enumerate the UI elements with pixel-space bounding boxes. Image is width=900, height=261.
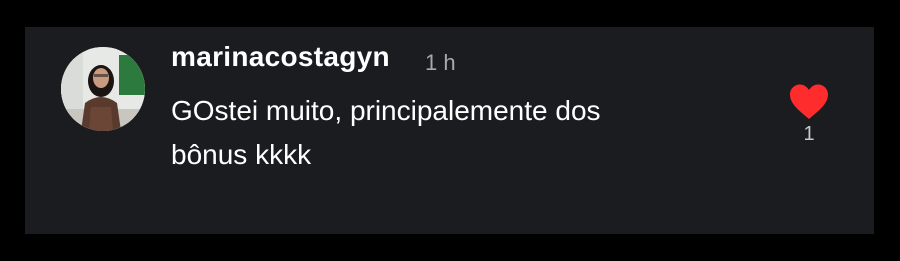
avatar[interactable] [61, 47, 145, 131]
comment-card: marinacostagyn 1 h GOstei muito, princip… [25, 27, 874, 234]
comment-text-line: bônus kkkk [171, 139, 312, 170]
comment-text: GOstei muito, principalemente dos bônus … [171, 89, 731, 177]
comment-text-line: GOstei muito, principalemente dos [171, 95, 601, 126]
heart-icon [790, 84, 828, 119]
like-button[interactable] [788, 83, 830, 121]
comment-timestamp: 1 h [425, 50, 456, 75]
avatar-photo [61, 47, 145, 131]
username[interactable]: marinacostagyn [171, 41, 390, 73]
like-count: 1 [803, 123, 815, 145]
